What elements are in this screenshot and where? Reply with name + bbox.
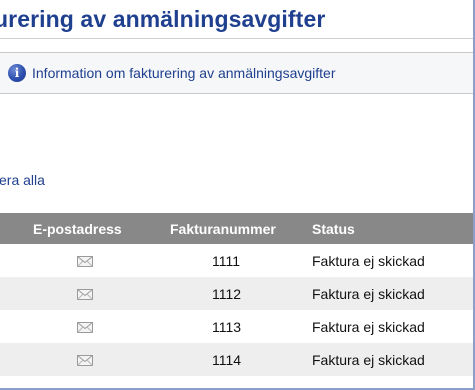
envelope-icon[interactable] — [77, 256, 93, 268]
table-row: 1114 Faktura ej skickad — [0, 343, 473, 376]
column-header-email[interactable]: E-postadress — [0, 213, 170, 244]
status-cell: Faktura ej skickad — [312, 351, 425, 368]
email-cell — [0, 343, 170, 376]
invoice-number-cell: 1111 — [212, 252, 241, 269]
table-row: 1111 Faktura ej skickad — [0, 244, 473, 277]
email-cell — [0, 376, 170, 388]
title-divider — [0, 38, 473, 39]
envelope-icon[interactable] — [77, 289, 93, 301]
status-cell: Faktura ej skickad — [312, 252, 425, 269]
status-cell: Faktura ej skickad — [312, 318, 425, 335]
email-cell — [0, 310, 170, 343]
invoice-table: E-postadress Fakturanummer Status 1111 F… — [0, 213, 473, 388]
envelope-icon[interactable] — [77, 355, 93, 367]
info-icon: i — [8, 64, 26, 82]
invoice-number-cell: 1114 — [212, 351, 242, 368]
email-cell — [0, 277, 170, 310]
table-row-partial — [0, 376, 473, 388]
info-link[interactable]: Information om fakturering av anmälnings… — [32, 65, 335, 81]
status-cell: Faktura ej skickad — [312, 285, 425, 302]
invoice-number-cell — [170, 376, 306, 388]
info-bar: i Information om fakturering av anmälnin… — [0, 52, 473, 94]
column-header-status[interactable]: Status — [306, 213, 473, 244]
invoice-number-cell: 1112 — [212, 285, 242, 302]
status-cell — [306, 376, 473, 388]
app-frame: urering av anmälningsavgifter i Informat… — [0, 0, 475, 390]
invoice-number-cell: 1113 — [212, 318, 242, 335]
table-row: 1113 Faktura ej skickad — [0, 310, 473, 343]
column-header-invoice-number[interactable]: Fakturanummer — [170, 213, 306, 244]
select-all-link[interactable]: era alla — [0, 172, 45, 188]
email-cell — [0, 244, 170, 277]
table-row: 1112 Faktura ej skickad — [0, 277, 473, 310]
envelope-icon[interactable] — [77, 322, 93, 334]
table-header-row: E-postadress Fakturanummer Status — [0, 213, 473, 244]
page-title: urering av anmälningsavgifter — [0, 6, 326, 32]
